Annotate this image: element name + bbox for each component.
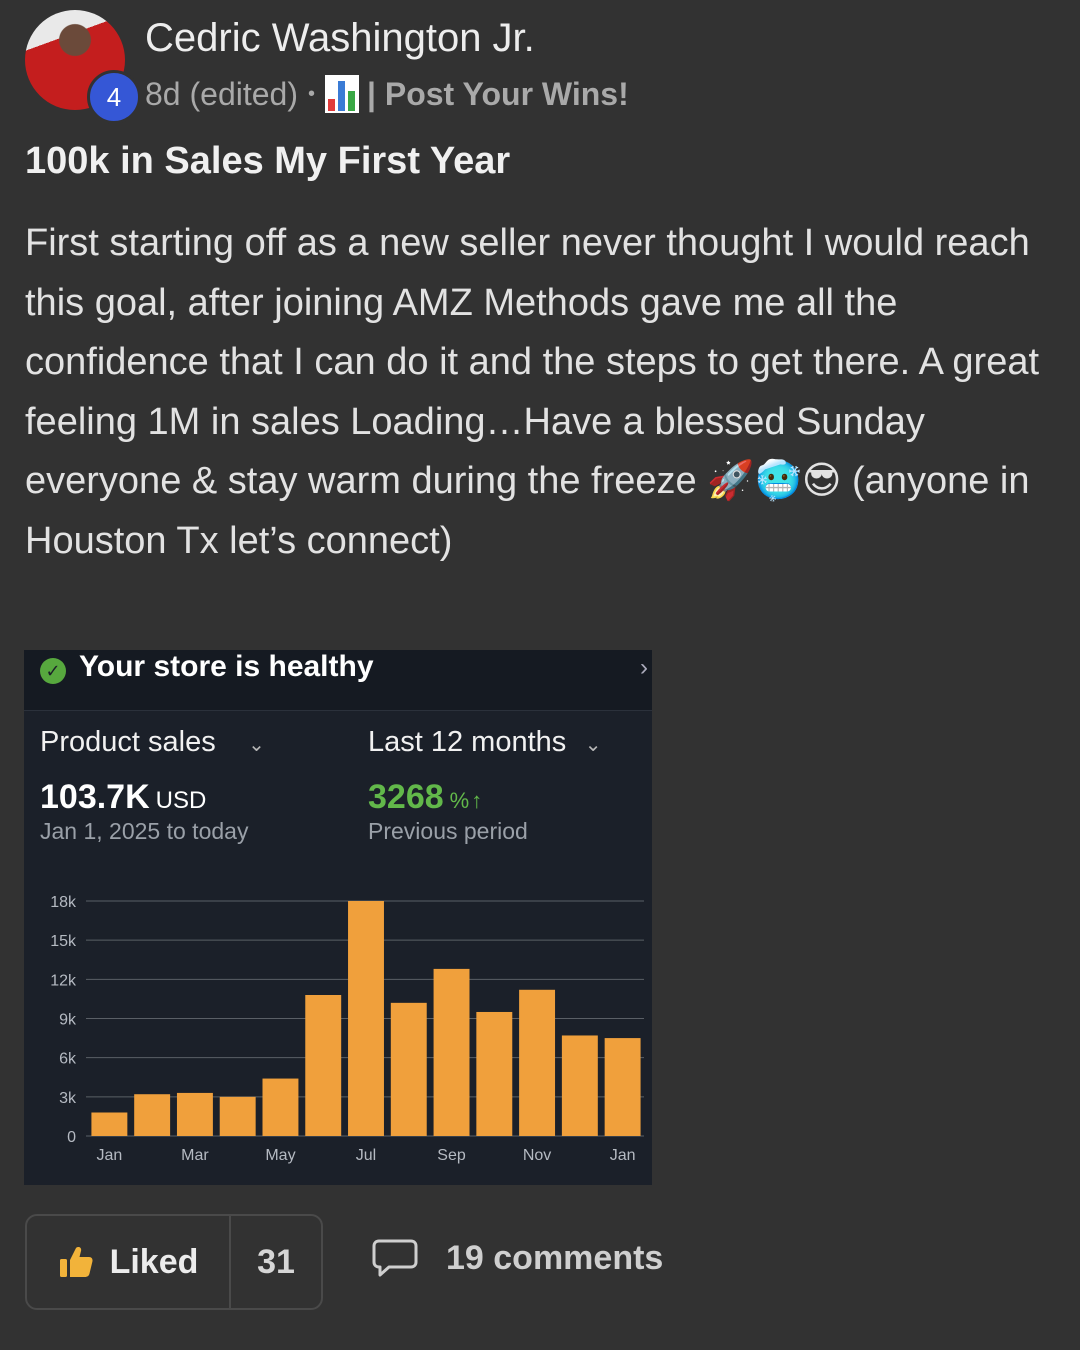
y-tick-label: 15k <box>50 933 77 950</box>
x-tick-label: Jan <box>96 1147 122 1164</box>
x-tick-label: Jul <box>356 1147 376 1164</box>
sales-dashboard-image[interactable]: ✓ Your store is healthy › Product sales … <box>24 650 652 1185</box>
bar-sep <box>433 968 470 1136</box>
like-button[interactable]: Liked <box>27 1216 231 1308</box>
author-avatar-wrap[interactable]: 4 <box>25 10 141 124</box>
sales-bar-chart: 18k 15k 12k 9k 6k 3k 0 Jan Mar May Jul Sep Nov Jan <box>50 894 644 1164</box>
post-category[interactable]: | Post Your Wins! <box>367 76 629 113</box>
bar-feb <box>134 1094 171 1136</box>
level-badge: 4 <box>87 70 141 124</box>
bar-jan <box>91 1112 128 1136</box>
post-meta: 8d (edited) • | Post Your Wins! <box>145 72 629 116</box>
x-tick-label: Nov <box>523 1147 551 1164</box>
bar-nov <box>519 989 556 1136</box>
bar-jan <box>604 1038 641 1136</box>
bar-apr <box>219 1096 256 1136</box>
y-tick-label: 3k <box>59 1090 77 1107</box>
bar-aug <box>390 1002 427 1136</box>
bar-chart-icon <box>325 75 359 113</box>
comments-button[interactable]: 19 comments <box>372 1238 663 1278</box>
x-tick-label: Jan <box>610 1147 636 1164</box>
like-group: Liked 31 <box>25 1214 323 1310</box>
y-tick-label: 18k <box>50 894 77 911</box>
comment-bubble-icon <box>372 1239 418 1277</box>
x-tick-label: Sep <box>437 1147 466 1164</box>
bar-may <box>262 1078 299 1136</box>
y-tick-label: 9k <box>59 1012 77 1029</box>
y-tick-label: 0 <box>67 1129 76 1146</box>
x-tick-label: Mar <box>181 1147 209 1164</box>
author-name[interactable]: Cedric Washington Jr. <box>145 16 535 61</box>
comments-label: 19 comments <box>446 1238 664 1277</box>
bar-oct <box>476 1011 513 1136</box>
meta-separator: • <box>307 82 315 105</box>
like-count[interactable]: 31 <box>231 1216 321 1308</box>
bar-mar <box>176 1092 213 1136</box>
bar-jul <box>348 901 384 1136</box>
post-body: First starting off as a new seller never… <box>25 222 1040 562</box>
bar-dec <box>561 1035 598 1136</box>
x-tick-label: May <box>265 1147 295 1164</box>
post-title: 100k in Sales My First Year <box>25 140 511 182</box>
thumbs-up-icon <box>59 1247 93 1277</box>
like-label: Liked <box>109 1242 199 1281</box>
y-tick-label: 12k <box>50 972 77 989</box>
post-time: 8d (edited) <box>145 75 298 112</box>
bar-jun <box>305 995 342 1136</box>
y-tick-label: 6k <box>59 1051 77 1068</box>
